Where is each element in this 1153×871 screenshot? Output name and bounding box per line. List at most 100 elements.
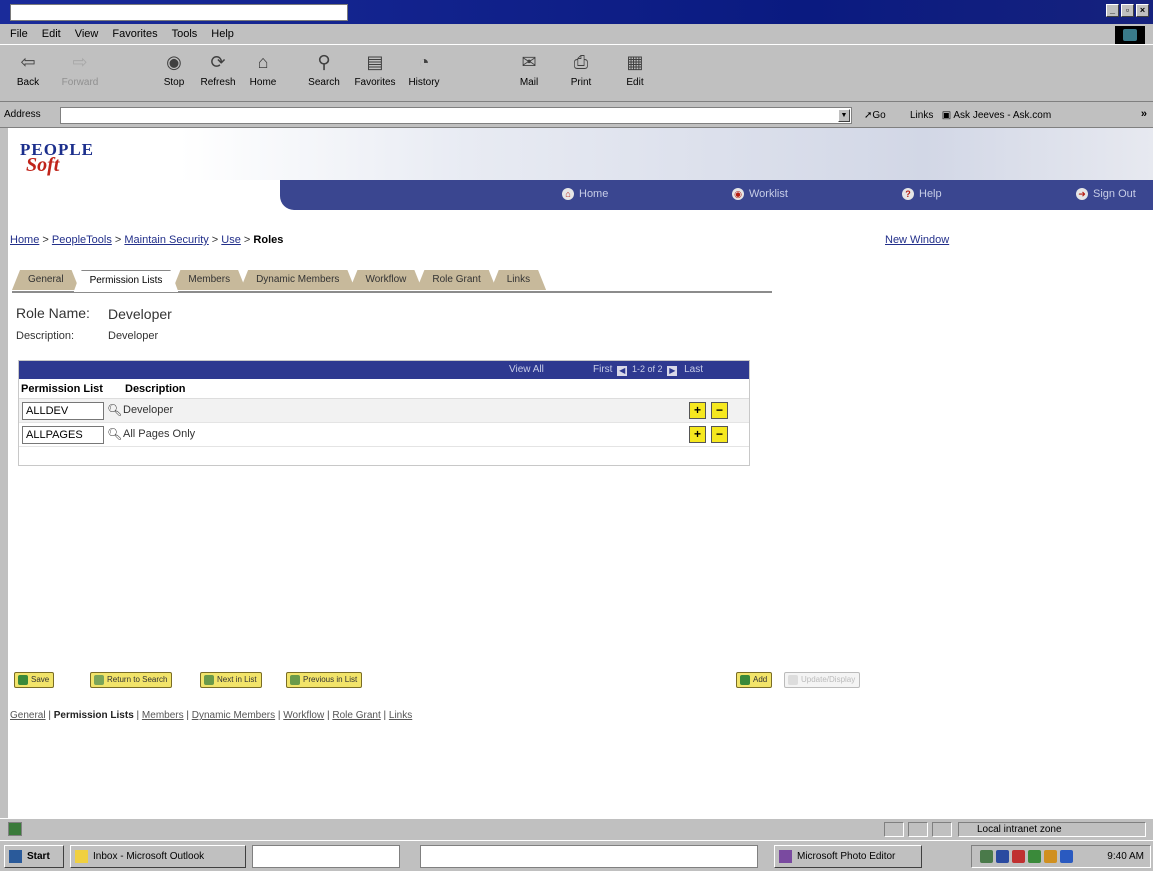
tab-workflow[interactable]: Workflow xyxy=(349,270,422,290)
row-description: All Pages Only xyxy=(123,428,196,440)
taskbar-item[interactable] xyxy=(252,845,400,868)
role-name-value: Developer xyxy=(108,306,172,322)
permission-list-input[interactable]: ALLPAGES xyxy=(22,426,104,444)
minimize-icon[interactable]: _ xyxy=(1106,4,1119,17)
address-bar: Address ▼ ➚Go Links ▣ Ask Jeeves - Ask.c… xyxy=(0,102,1153,128)
go-button[interactable]: ➚Go xyxy=(864,110,886,121)
first-link[interactable]: First xyxy=(593,364,612,375)
tray-app-icon[interactable] xyxy=(1060,850,1073,863)
taskbar-item-outlook[interactable]: Inbox - Microsoft Outlook xyxy=(70,845,246,868)
role-name-label: Role Name: xyxy=(16,305,90,321)
tray-app-icon[interactable] xyxy=(996,850,1009,863)
add-row-button[interactable]: + xyxy=(689,426,706,443)
tab-dynamic-members[interactable]: Dynamic Members xyxy=(240,270,355,290)
edit-button[interactable]: ▦ Edit xyxy=(620,49,650,89)
tab-links[interactable]: Links xyxy=(491,270,546,290)
more-links-icon[interactable]: » xyxy=(1141,108,1147,120)
link-members[interactable]: Members xyxy=(142,710,184,721)
taskbar-item[interactable] xyxy=(420,845,758,868)
new-window-link[interactable]: New Window xyxy=(885,234,949,246)
tray-app-icon[interactable] xyxy=(1012,850,1025,863)
peoplesoft-logo: PEOPLE Soft xyxy=(20,140,94,180)
print-button[interactable]: ⎙ Print xyxy=(566,49,596,89)
nav-help[interactable]: ? Help xyxy=(902,188,942,200)
forward-button[interactable]: ⇨ Forward xyxy=(60,49,100,89)
lookup-icon[interactable]: 🔍︎ xyxy=(107,427,122,441)
link-general[interactable]: General xyxy=(10,710,46,721)
view-all-link[interactable]: View All xyxy=(509,364,544,375)
delete-row-button[interactable]: − xyxy=(711,426,728,443)
help-icon: ? xyxy=(902,188,914,200)
refresh-button[interactable]: ⟳ Refresh xyxy=(198,49,238,89)
home-label: Home xyxy=(249,77,277,88)
return-to-search-button[interactable]: Return to Search xyxy=(90,672,173,688)
links-bar[interactable]: Links ▣ Ask Jeeves - Ask.com xyxy=(910,110,1051,121)
mail-button[interactable]: ✉ Mail xyxy=(514,49,544,89)
breadcrumb-home[interactable]: Home xyxy=(10,234,39,246)
network-icon[interactable] xyxy=(980,850,993,863)
add-label: Add xyxy=(753,675,768,684)
previous-in-list-button[interactable]: Previous in List xyxy=(286,672,363,688)
tray-app-icon[interactable] xyxy=(1044,850,1057,863)
taskbar-item-photo-editor[interactable]: Microsoft Photo Editor xyxy=(774,845,922,868)
tab-members[interactable]: Members xyxy=(172,270,246,290)
history-button[interactable]: ◔ History xyxy=(404,49,444,89)
save-label: Save xyxy=(31,675,50,684)
home-button[interactable]: ⌂ Home xyxy=(246,49,280,89)
permission-list-input[interactable]: ALLDEV xyxy=(22,402,104,420)
chevron-down-icon[interactable]: ▼ xyxy=(838,109,850,122)
address-input[interactable] xyxy=(60,107,852,124)
menu-view[interactable]: View xyxy=(75,28,99,40)
last-link[interactable]: Last xyxy=(684,364,703,375)
link-dynamic-members[interactable]: Dynamic Members xyxy=(192,710,275,721)
menu-edit[interactable]: Edit xyxy=(42,28,61,40)
start-button[interactable]: Start xyxy=(4,845,64,868)
breadcrumb-peopletools[interactable]: PeopleTools xyxy=(52,234,112,246)
tab-general[interactable]: General xyxy=(12,270,80,290)
page-icon: ▣ xyxy=(941,110,952,121)
menu-favorites[interactable]: Favorites xyxy=(112,28,157,40)
refresh-label: Refresh xyxy=(200,77,236,88)
column-headers: Permission List Description xyxy=(19,379,749,399)
add-button[interactable]: Add xyxy=(736,672,773,688)
link-links[interactable]: Links xyxy=(389,710,412,721)
nav-sign-out[interactable]: ➜ Sign Out xyxy=(1076,188,1136,200)
breadcrumb-use[interactable]: Use xyxy=(221,234,241,246)
nav-worklist[interactable]: ◉ Worklist xyxy=(732,188,788,200)
next-label: Next in List xyxy=(217,675,257,684)
breadcrumb-maintain-security[interactable]: Maintain Security xyxy=(124,234,208,246)
menu-file[interactable]: File xyxy=(10,28,28,40)
tab-role-grant[interactable]: Role Grant xyxy=(416,270,496,290)
row-count: 1-2 of 2 xyxy=(632,364,663,374)
permission-list-grid: View All First ◀ 1-2 of 2 ▶ Last Permiss… xyxy=(18,360,750,466)
maximize-icon[interactable]: ▫ xyxy=(1121,4,1134,17)
lookup-icon[interactable]: 🔍︎ xyxy=(107,403,122,417)
link-workflow[interactable]: Workflow xyxy=(283,710,324,721)
title-bar: _ ▫ × xyxy=(0,0,1153,24)
security-zone: Local intranet zone xyxy=(958,822,1146,837)
link-role-grant[interactable]: Role Grant xyxy=(332,710,380,721)
col-description: Description xyxy=(125,383,186,395)
menu-help[interactable]: Help xyxy=(211,28,234,40)
add-row-button[interactable]: + xyxy=(689,402,706,419)
return-label: Return to Search xyxy=(107,675,168,684)
close-icon[interactable]: × xyxy=(1136,4,1149,17)
refresh-icon: ⟳ xyxy=(210,51,226,72)
back-button[interactable]: ⇦ Back xyxy=(10,49,46,89)
nav-sign-out-label: Sign Out xyxy=(1093,188,1136,200)
next-arrow-icon[interactable]: ▶ xyxy=(667,366,678,376)
tray-app-icon[interactable] xyxy=(1028,850,1041,863)
stop-button[interactable]: ◉ Stop xyxy=(160,49,188,89)
menu-tools[interactable]: Tools xyxy=(172,28,198,40)
previous-arrow-icon[interactable]: ◀ xyxy=(617,366,628,376)
favorites-button[interactable]: ▤ Favorites xyxy=(352,49,398,89)
previous-icon xyxy=(290,675,300,685)
nav-home[interactable]: ⌂ Home xyxy=(562,188,608,200)
status-pane xyxy=(884,822,904,837)
link-ask-jeeves[interactable]: Ask Jeeves - Ask.com xyxy=(953,110,1051,121)
delete-row-button[interactable]: − xyxy=(711,402,728,419)
tab-permission-lists[interactable]: Permission Lists xyxy=(74,270,179,292)
save-button[interactable]: Save xyxy=(14,672,55,688)
search-button[interactable]: ⚲ Search xyxy=(304,49,344,89)
next-in-list-button[interactable]: Next in List xyxy=(200,672,262,688)
